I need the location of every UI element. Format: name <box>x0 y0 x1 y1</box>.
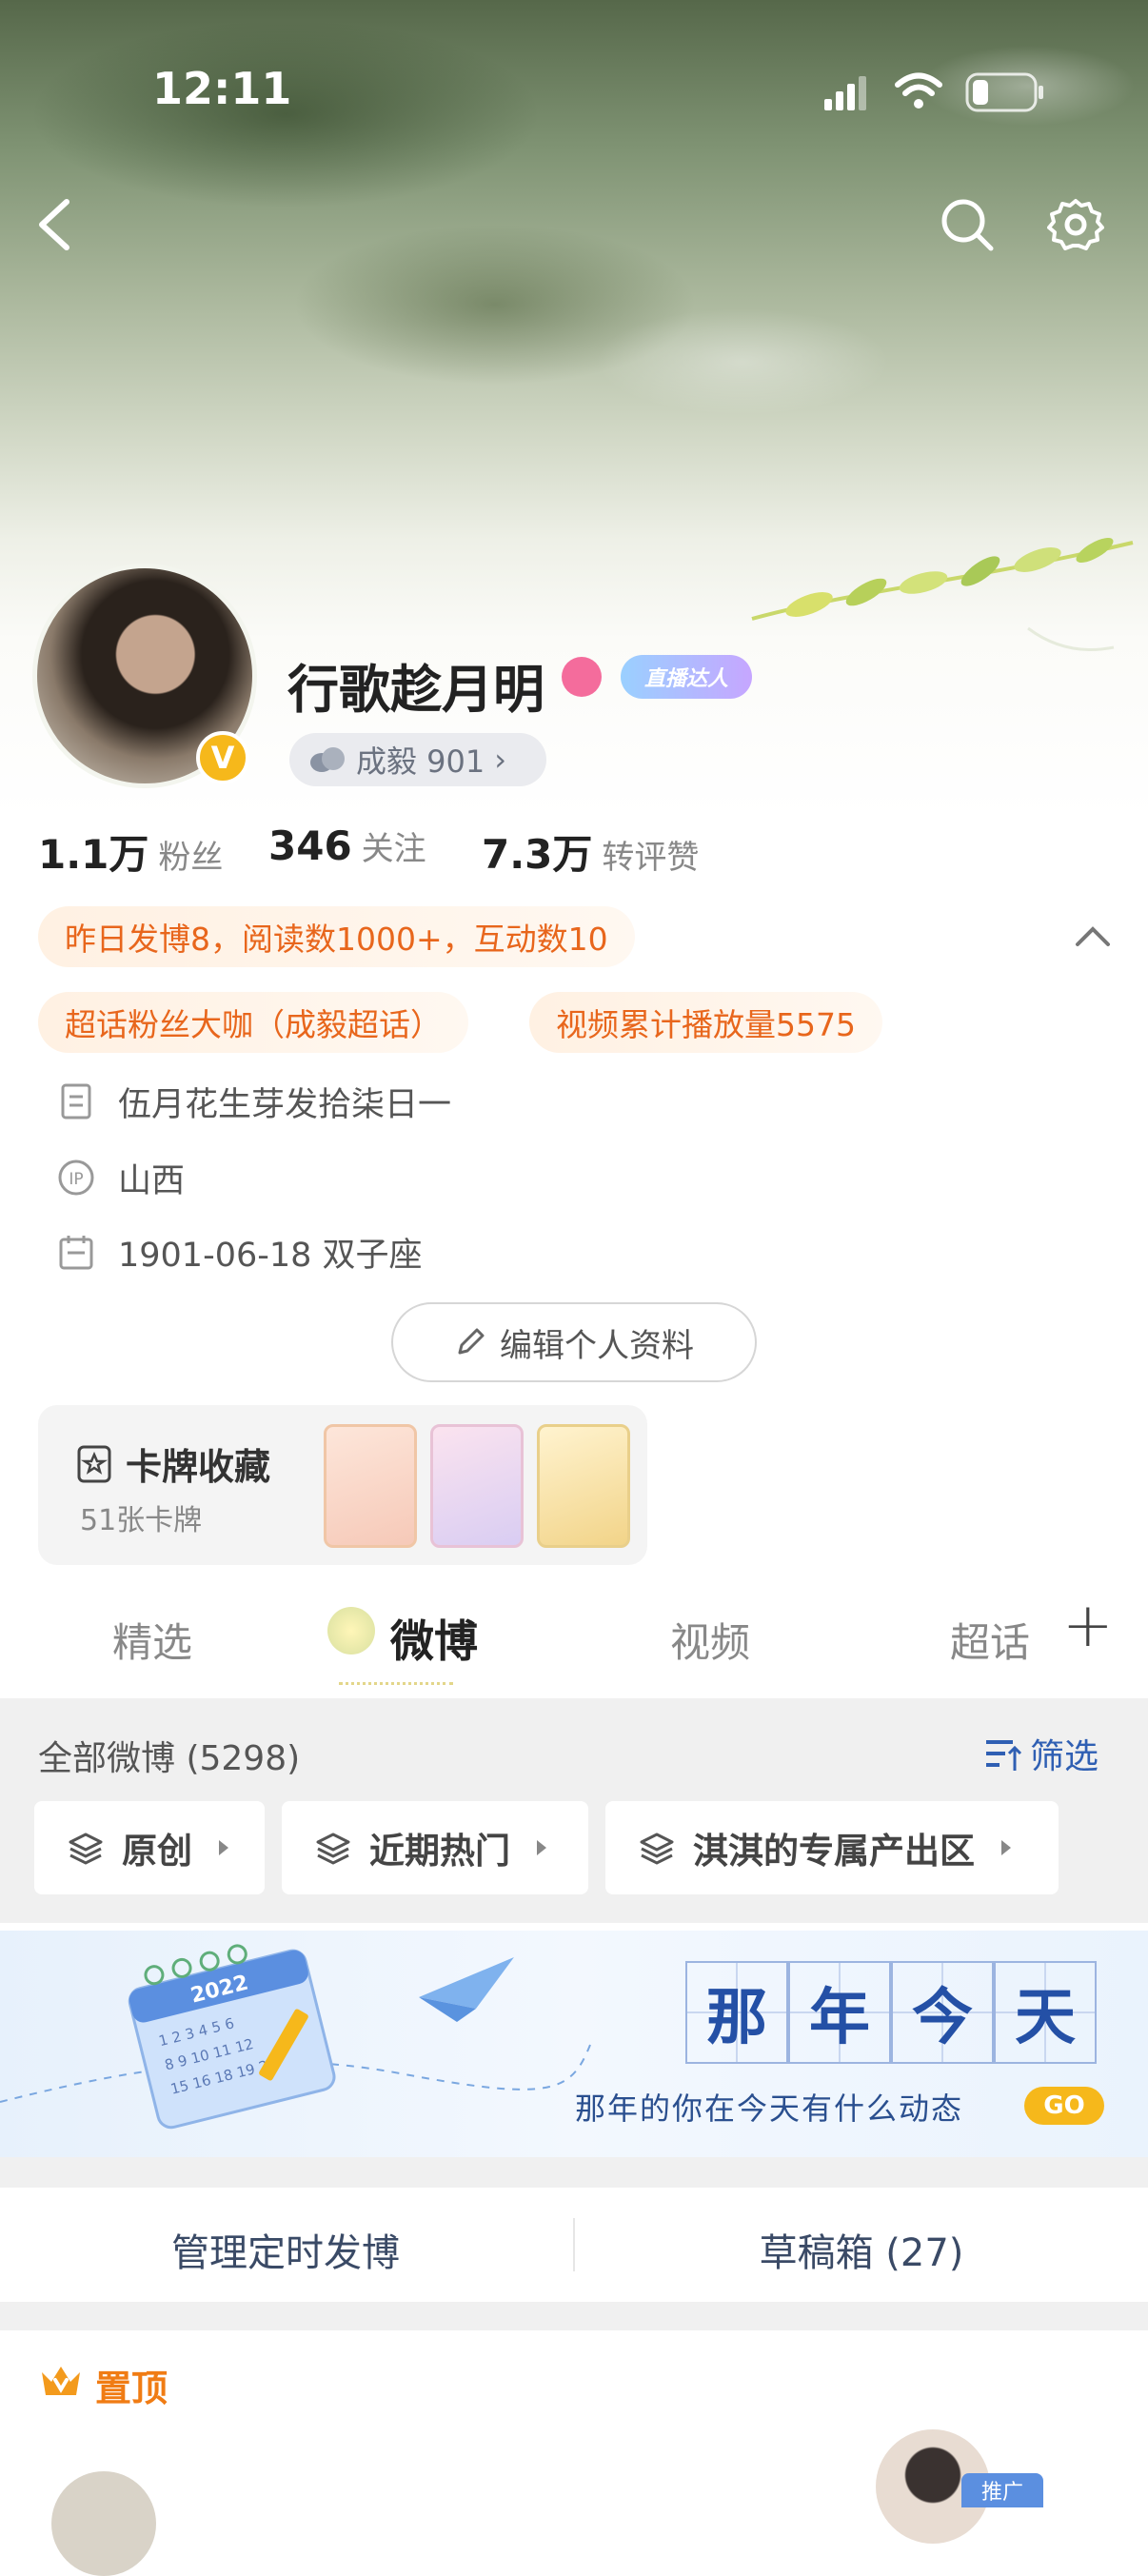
card-thumbnail[interactable] <box>537 1424 630 1548</box>
super-topic-badge-icon[interactable] <box>562 657 602 697</box>
filter-original-label: 原创 <box>122 1831 192 1872</box>
on-this-day-title: 那 年 今 天 <box>685 1961 1097 2064</box>
video-plays-tag[interactable]: 视频累计播放量5575 <box>529 992 882 1053</box>
post-avatar[interactable] <box>51 2471 156 2576</box>
stat-value: 1.1万 <box>38 831 149 878</box>
live-badge[interactable]: 直播达人 <box>621 655 752 699</box>
tab-decoration-icon <box>327 1607 375 1655</box>
verified-badge: V <box>196 731 249 784</box>
pencil-icon <box>458 1328 485 1355</box>
card-thumbnail[interactable] <box>430 1424 524 1548</box>
fan-group-label: 成毅 901 <box>356 743 485 780</box>
filter-recent-hot-label: 近期热门 <box>369 1831 510 1872</box>
edit-profile-button[interactable]: 编辑个人资料 <box>391 1302 757 1382</box>
ip-row: IP 山西 <box>57 1154 185 1201</box>
tab-active-indicator <box>339 1670 453 1685</box>
layers-icon <box>69 1833 103 1865</box>
bio-text: 伍月花生芽发拾柒日一 <box>118 1085 452 1124</box>
cloud-icon <box>310 747 345 772</box>
title-char: 天 <box>994 1961 1097 2064</box>
filter-custom-area-label: 淇淇的专属产出区 <box>693 1831 975 1872</box>
bio-row: 伍月花生芽发拾柒日一 <box>57 1078 451 1125</box>
status-time: 12:11 <box>152 63 292 114</box>
tab-video[interactable]: 视频 <box>670 1611 750 1669</box>
triangle-right-icon <box>1001 1840 1011 1855</box>
on-this-day-subtitle: 那年的你在今天有什么动态 <box>575 2091 964 2127</box>
ad-badge: 推广 <box>961 2473 1043 2507</box>
add-tab-button[interactable]: + <box>1062 1595 1114 1656</box>
edit-profile-label: 编辑个人资料 <box>500 1326 694 1365</box>
birthday-text: 1901-06-18 双子座 <box>118 1236 423 1275</box>
stat-label: 粉丝 <box>158 839 224 877</box>
divider <box>0 2302 1148 2330</box>
ip-location: 山西 <box>118 1161 186 1200</box>
document-icon <box>57 1082 95 1120</box>
card-star-icon <box>77 1445 111 1483</box>
tab-super-topic[interactable]: 超话 <box>950 1611 1030 1669</box>
on-this-day-banner[interactable]: 2022 1 2 3 4 5 68 9 10 11 12 15 16 18 19 … <box>0 1931 1148 2157</box>
stat-label: 转评赞 <box>602 839 700 877</box>
tab-featured[interactable]: 精选 <box>112 1611 192 1669</box>
cellular-signal-icon <box>824 76 866 110</box>
back-button[interactable] <box>15 187 91 263</box>
tab-weibo[interactable]: 微博 <box>390 1607 478 1670</box>
filter-icon <box>986 1740 1022 1771</box>
drafts-button[interactable]: 草稿箱 (27) <box>575 2222 1148 2277</box>
card-collection[interactable]: 卡牌收藏 51张卡牌 <box>38 1405 647 1565</box>
stat-following[interactable]: 346 关注 <box>268 822 426 869</box>
title-char: 那 <box>685 1961 788 2064</box>
triangle-right-icon <box>537 1840 546 1855</box>
pinned-label: 置顶 <box>95 2368 168 2409</box>
title-char: 今 <box>891 1961 994 2064</box>
triangle-right-icon <box>219 1840 228 1855</box>
stat-fans[interactable]: 1.1万 粉丝 <box>38 822 223 881</box>
card-collection-count: 51张卡牌 <box>80 1504 203 1537</box>
layers-icon <box>316 1833 350 1865</box>
birthday-row: 1901-06-18 双子座 <box>57 1228 423 1276</box>
yesterday-stats-tag[interactable]: 昨日发博8，阅读数1000+，互动数10 <box>38 906 635 967</box>
search-button[interactable] <box>929 187 1005 263</box>
leaf-decoration <box>751 538 1134 651</box>
ip-badge: IP <box>69 1170 83 1189</box>
filter-label: 筛选 <box>1030 1737 1099 1776</box>
wifi-icon <box>895 72 942 109</box>
fan-group-pill[interactable]: 成毅 901 › <box>289 733 546 786</box>
filter-button[interactable]: 筛选 <box>984 1729 1099 1778</box>
search-icon <box>941 199 994 251</box>
stat-interactions[interactable]: 7.3万 转评赞 <box>482 822 699 881</box>
filter-recent-hot-button[interactable]: 近期热门 <box>282 1801 588 1894</box>
calendar-illustration: 2022 1 2 3 4 5 68 9 10 11 1215 16 18 19 … <box>0 1944 591 2130</box>
card-thumbnail[interactable] <box>324 1424 417 1548</box>
filter-custom-area-button[interactable]: 淇淇的专属产出区 <box>605 1801 1059 1894</box>
weibo-filter-area: 全部微博 (5298) 筛选 原创 近期热门 淇淇的专属产出区 <box>0 1698 1148 1923</box>
card-collection-title: 卡牌收藏 <box>126 1446 271 1488</box>
settings-button[interactable] <box>1038 187 1114 263</box>
chevron-right-icon: › <box>494 742 507 778</box>
title-char: 年 <box>788 1961 891 2064</box>
stat-value: 346 <box>268 822 352 869</box>
filter-original-button[interactable]: 原创 <box>34 1801 265 1894</box>
stat-label: 关注 <box>361 830 426 868</box>
gear-icon <box>1047 199 1104 250</box>
scheduled-posts-button[interactable]: 管理定时发博 <box>0 2222 571 2277</box>
manage-bar: 管理定时发博 草稿箱 (27) <box>0 2188 1148 2302</box>
crown-icon <box>42 2367 80 2395</box>
chevron-up-icon[interactable] <box>1074 921 1112 950</box>
calendar-icon <box>57 1233 95 1271</box>
battery-icon <box>965 72 1043 112</box>
divider <box>0 2157 1148 2188</box>
all-weibo-count: 全部微博 (5298) <box>38 1739 301 1778</box>
go-button[interactable]: GO <box>1024 2087 1104 2125</box>
stat-value: 7.3万 <box>482 831 593 878</box>
super-fan-tag[interactable]: 超话粉丝大咖（成毅超话） <box>38 992 468 1053</box>
chevron-left-icon <box>39 199 69 250</box>
layers-icon <box>640 1833 674 1865</box>
username: 行歌趁月明 <box>287 660 544 720</box>
ip-location-icon: IP <box>57 1159 95 1197</box>
